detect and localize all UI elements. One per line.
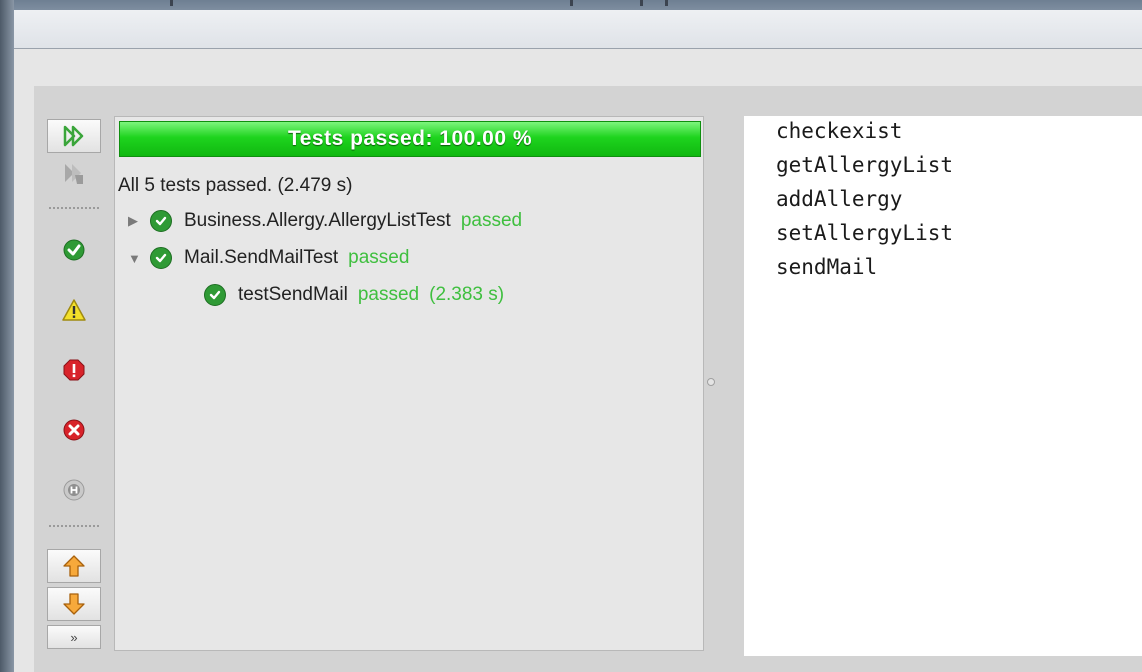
passed-icon <box>204 284 226 306</box>
output-line: checkexist <box>776 119 903 143</box>
tree-node-label: Mail.SendMailTest <box>184 247 339 268</box>
output-line: getAllergyList <box>776 153 954 177</box>
status-label: passed <box>460 210 523 231</box>
show-skipped-button[interactable] <box>47 473 101 507</box>
status-label: passed <box>348 247 410 268</box>
window-titlebar <box>14 10 1142 49</box>
collapse-arrow-icon[interactable]: ▼ <box>128 251 150 266</box>
tree-node-allergylisttest[interactable]: ▶ Business.Allergy.AllergyListTest passe… <box>128 206 522 236</box>
passed-icon <box>150 210 172 232</box>
rerun-failed-icon <box>65 164 83 184</box>
output-line: setAllergyList <box>776 221 954 245</box>
expand-arrow-icon[interactable]: ▶ <box>128 213 150 229</box>
tree-node-testsendmail[interactable]: testSendMail passed (2.383 s) <box>204 280 504 310</box>
show-warnings-icon <box>62 299 86 321</box>
output-line: addAllergy <box>776 187 903 211</box>
progress-label: Tests passed: 100.00 % <box>287 127 533 150</box>
show-errors-button[interactable] <box>47 353 101 387</box>
previous-failure-button[interactable] <box>47 549 101 583</box>
status-label: passed <box>357 284 420 305</box>
show-failures-icon <box>63 419 85 441</box>
rerun-failed-button[interactable] <box>47 157 101 191</box>
show-passed-icon <box>63 239 85 261</box>
more-toolbar-button[interactable]: » <box>47 625 101 649</box>
progress-bar: Tests passed: 100.00 % <box>119 121 701 157</box>
more-label: » <box>70 629 78 645</box>
passed-icon <box>150 247 172 269</box>
tree-node-sendmailtest[interactable]: ▼ Mail.SendMailTest passed <box>128 243 409 273</box>
summary-text: All 5 tests passed. (2.479 s) <box>118 175 353 196</box>
duration-label: (2.383 s) <box>429 284 505 305</box>
show-passed-button[interactable] <box>47 233 101 267</box>
show-skipped-icon <box>63 479 85 501</box>
rerun-icon <box>63 125 84 147</box>
test-toolbar: » <box>45 117 105 657</box>
window-left-border <box>0 0 14 672</box>
output-line: sendMail <box>776 255 878 279</box>
next-failure-icon <box>63 593 85 615</box>
show-warnings-button[interactable] <box>47 293 101 327</box>
show-failures-button[interactable] <box>47 413 101 447</box>
next-failure-button[interactable] <box>47 587 101 621</box>
rerun-button[interactable] <box>47 119 101 153</box>
tree-node-label: testSendMail <box>238 284 348 305</box>
previous-failure-icon <box>63 555 85 577</box>
tree-node-label: Business.Allergy.AllergyListTest <box>184 210 451 231</box>
output-pane[interactable]: checkexist getAllergyList addAllergy set… <box>744 116 1142 656</box>
show-errors-icon <box>63 359 85 381</box>
splitter-handle[interactable] <box>707 378 715 386</box>
